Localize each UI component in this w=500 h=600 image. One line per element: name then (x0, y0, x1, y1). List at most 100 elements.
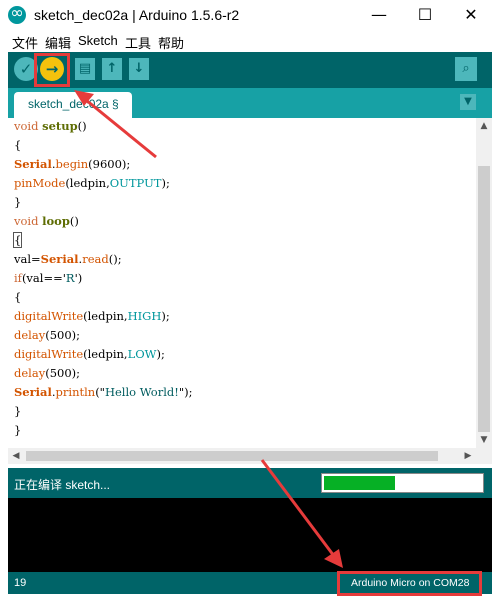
line-number: 19 (14, 577, 27, 589)
code-line[interactable]: } (14, 423, 21, 442)
code-token: ); (156, 347, 165, 361)
close-button[interactable]: ✕ (448, 0, 494, 30)
menu-edit[interactable]: 编辑 (45, 33, 71, 52)
code-line[interactable]: { (14, 138, 21, 157)
code-token: delay (14, 366, 46, 380)
code-token: loop (42, 214, 70, 228)
arduino-logo-icon (8, 3, 26, 24)
code-line[interactable]: } (14, 195, 21, 214)
code-line[interactable]: delay(500); (14, 328, 80, 347)
menu-help[interactable]: 帮助 (158, 33, 184, 52)
code-token: (500); (45, 328, 81, 342)
code-token: println (55, 385, 96, 399)
code-line[interactable]: pinMode(ledpin,OUTPUT); (14, 176, 170, 195)
code-token: Hello World! (104, 385, 179, 399)
code-token: } (14, 195, 22, 209)
arduino-ide-window: sketch_dec02a | Arduino 1.5.6-r2 — ☐ ✕ 文… (0, 0, 500, 600)
scroll-left-arrow-icon[interactable]: ◀ (8, 448, 24, 464)
code-line[interactable]: val=Serial.read(); (14, 252, 122, 271)
code-token: ); (161, 176, 170, 190)
code-token: setup (42, 119, 78, 133)
code-token: ') (74, 271, 83, 285)
code-line[interactable]: delay(500); (14, 366, 80, 385)
status-message: 正在编译 sketch... (14, 478, 111, 492)
menu-file[interactable]: 文件 (12, 33, 38, 52)
code-token: (val==' (21, 271, 66, 285)
console-output[interactable] (8, 498, 492, 572)
code-token: Serial (14, 385, 52, 399)
code-token: digitalWrite (14, 309, 84, 323)
scroll-down-arrow-icon[interactable]: ▼ (476, 432, 492, 448)
code-token: (9600); (88, 157, 131, 171)
open-sketch-button[interactable]: ↑ (102, 58, 122, 80)
compile-progress-bar (321, 473, 484, 493)
scroll-up-arrow-icon[interactable]: ▲ (476, 118, 492, 134)
code-token: read (82, 252, 109, 266)
horizontal-scrollbar[interactable]: ◀ ▶ (8, 448, 476, 464)
code-line[interactable]: void setup() (14, 119, 87, 138)
compile-progress-fill (324, 476, 395, 490)
code-token: (ledpin, (83, 347, 128, 361)
minimize-button[interactable]: — (356, 0, 402, 30)
code-token: Serial (40, 252, 79, 266)
code-token: void (14, 119, 43, 133)
window-title: sketch_dec02a | Arduino 1.5.6-r2 (34, 7, 240, 23)
menu-tools[interactable]: 工具 (125, 33, 151, 52)
vertical-scroll-thumb[interactable] (478, 166, 490, 432)
title-bar[interactable]: sketch_dec02a | Arduino 1.5.6-r2 — ☐ ✕ (0, 0, 500, 30)
code-token: () (69, 214, 79, 228)
code-token: (ledpin, (65, 176, 110, 190)
code-line[interactable]: { (12, 232, 23, 252)
tab-sketch[interactable]: sketch_dec02a § (14, 92, 132, 118)
code-editor[interactable]: void setup(){Serial.begin(9600); pinMode(… (8, 118, 476, 448)
code-token: delay (14, 328, 46, 342)
code-token: val= (14, 252, 41, 266)
code-token: if (14, 271, 22, 285)
code-line[interactable]: digitalWrite(ledpin,HIGH); (14, 309, 170, 328)
code-token: Serial (14, 157, 52, 171)
horizontal-scroll-thumb[interactable] (26, 451, 438, 461)
new-sketch-button[interactable]: ▤ (75, 58, 95, 80)
code-token: (" (95, 385, 105, 399)
code-line[interactable]: Serial.begin(9600); (14, 157, 130, 176)
scroll-right-arrow-icon[interactable]: ▶ (460, 448, 476, 464)
code-token: (); (108, 252, 122, 266)
code-line[interactable]: digitalWrite(ledpin,LOW); (14, 347, 165, 366)
code-token: OUTPUT (109, 176, 162, 190)
code-token: } (14, 404, 22, 418)
code-token: } (14, 423, 22, 437)
code-token: () (77, 119, 87, 133)
code-token: LOW (127, 347, 157, 361)
code-token: void (14, 214, 43, 228)
tab-menu-button[interactable]: ▼ (460, 94, 476, 110)
maximize-button[interactable]: ☐ (402, 0, 448, 30)
serial-monitor-button[interactable]: ⌕ (455, 57, 477, 81)
status-bar: 正在编译 sketch... (8, 468, 492, 498)
toolbar: ✓ → ▤ ↑ ↓ ⌕ (8, 52, 492, 88)
vertical-scrollbar[interactable]: ▲ ▼ (476, 118, 492, 448)
code-token: digitalWrite (14, 347, 84, 361)
board-highlight-box (337, 571, 482, 596)
save-sketch-button[interactable]: ↓ (129, 58, 149, 80)
menu-sketch[interactable]: Sketch (78, 33, 118, 48)
code-token: (ledpin, (83, 309, 128, 323)
code-token: R (65, 271, 75, 285)
tab-sketch-label: sketch_dec02a § (28, 97, 119, 111)
code-line[interactable]: void loop() (14, 214, 79, 233)
code-token: "); (178, 385, 193, 399)
code-token: HIGH (127, 309, 162, 323)
code-token: (500); (45, 366, 81, 380)
code-token: begin (55, 157, 89, 171)
menu-bar: 文件 编辑 Sketch 工具 帮助 (0, 30, 500, 52)
code-line[interactable]: Serial.println("Hello World!"); (14, 385, 193, 404)
code-line[interactable]: { (14, 290, 21, 309)
code-line[interactable]: } (14, 404, 21, 423)
tab-strip: sketch_dec02a § ▼ (8, 88, 492, 118)
upload-highlight-box (34, 53, 70, 87)
code-token: { (14, 290, 22, 304)
scroll-corner (476, 448, 492, 464)
code-line[interactable]: if(val=='R') (14, 271, 82, 290)
code-token: ); (161, 309, 170, 323)
code-token: { (14, 138, 22, 152)
code-token: pinMode (14, 176, 66, 190)
